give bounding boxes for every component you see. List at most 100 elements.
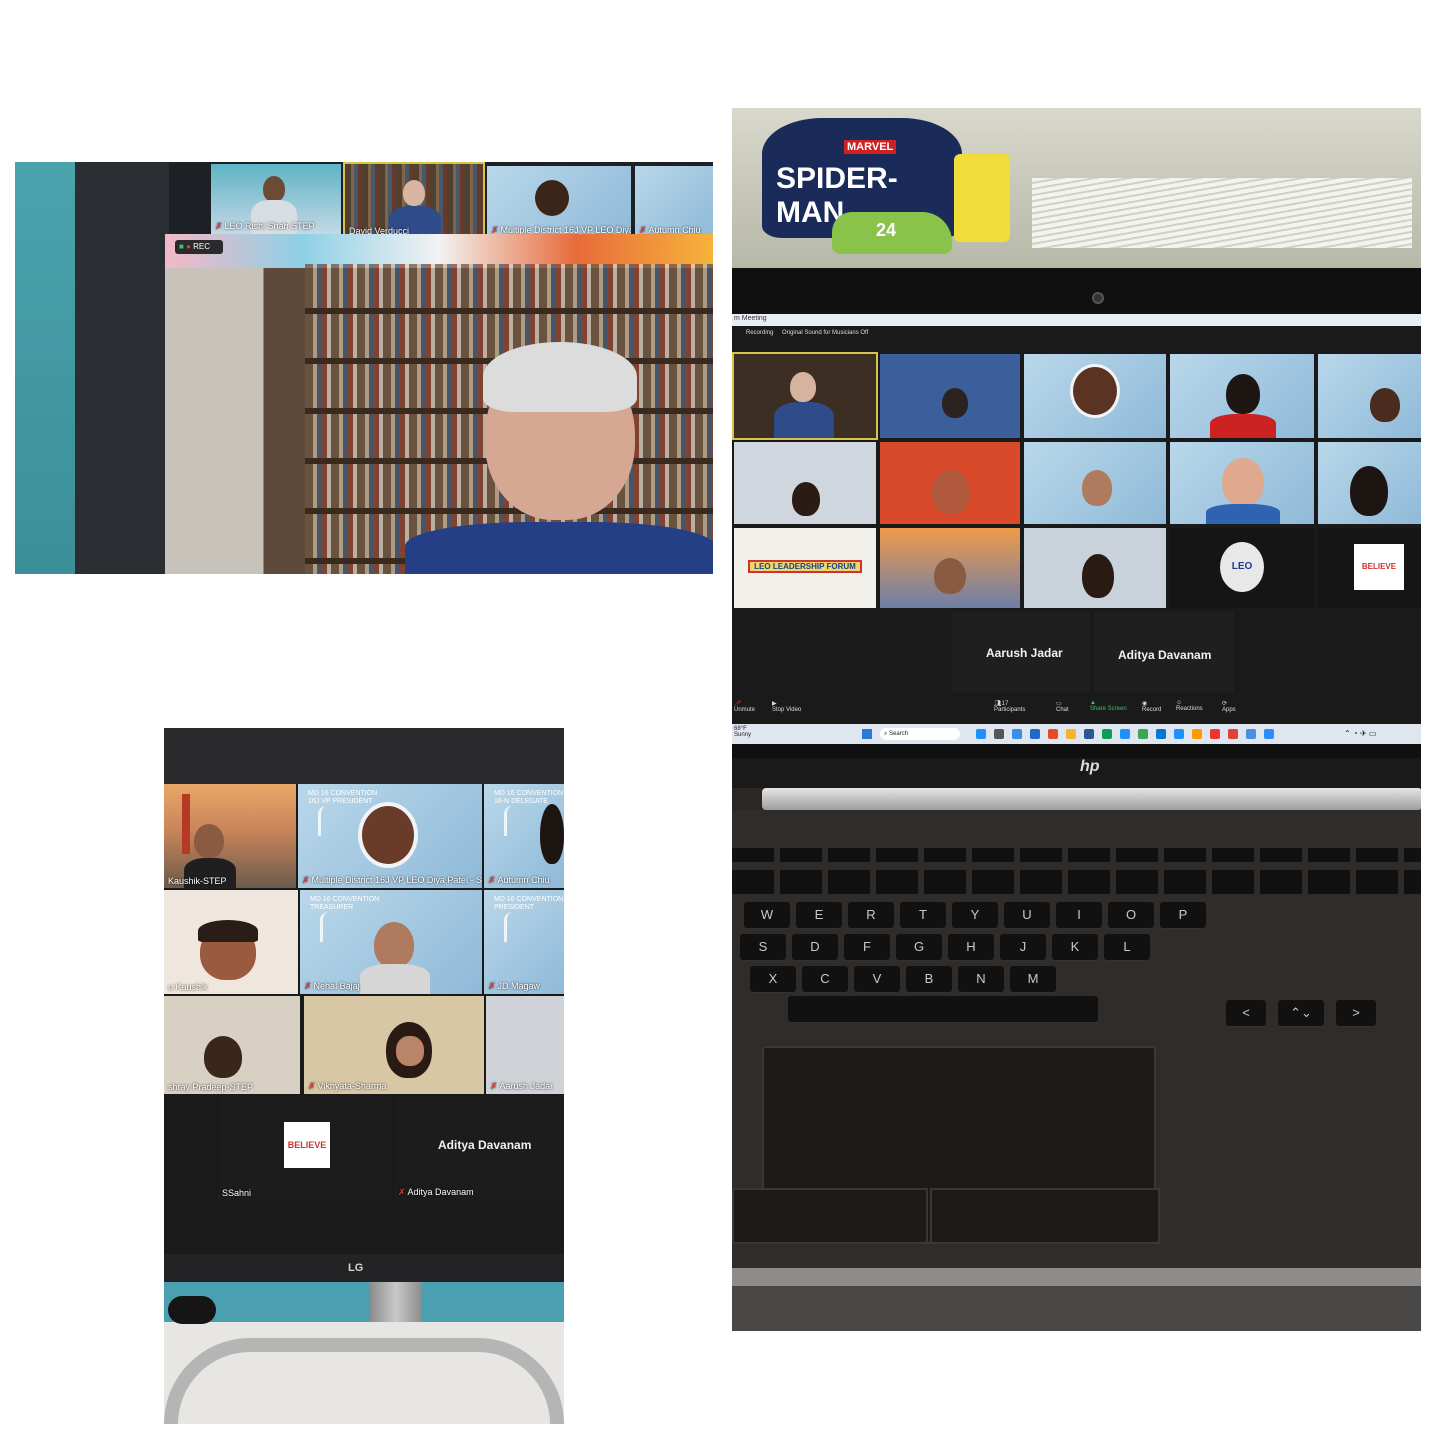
grid-tile-believe[interactable]: BELIEVE bbox=[1318, 528, 1421, 608]
taskbar-app-icon[interactable] bbox=[1138, 729, 1148, 739]
grid-tile-leo[interactable]: LEO bbox=[1170, 528, 1314, 608]
key-arrow-left[interactable]: < bbox=[1226, 1000, 1266, 1026]
key-y[interactable]: Y bbox=[952, 902, 998, 928]
key-c[interactable]: C bbox=[802, 966, 848, 992]
key-v[interactable]: V bbox=[854, 966, 900, 992]
taskbar-search[interactable]: ⌕ Search bbox=[880, 728, 960, 740]
grid-tile-aditya[interactable]: Aditya Davanam bbox=[1094, 612, 1234, 692]
weather-widget[interactable]: 68°F Sunny bbox=[734, 726, 751, 738]
photo-speaker-view: ✗ LEO Rishi Shah STEP David Verducci ✗ Mul… bbox=[15, 162, 713, 574]
key-o[interactable]: O bbox=[1108, 902, 1154, 928]
apps-button[interactable]: ⟳ Apps bbox=[1222, 700, 1236, 713]
key-arrow-right[interactable]: > bbox=[1336, 1000, 1376, 1026]
key-j[interactable]: J bbox=[1000, 934, 1046, 960]
system-tray[interactable]: ⌃ ◔ ✈ ▭ bbox=[1344, 729, 1376, 738]
gallery-tile-aarush[interactable]: ✗ Aarush Jadar bbox=[486, 996, 564, 1094]
reactions-button[interactable]: ☺ Reactions bbox=[1176, 700, 1203, 712]
key-h[interactable]: H bbox=[948, 934, 994, 960]
strip-tile-rishi[interactable]: ✗ LEO Rishi Shah STEP bbox=[211, 164, 341, 234]
stop-video-button[interactable]: ▶ Stop Video bbox=[772, 700, 801, 713]
taskbar-app-icon[interactable] bbox=[1030, 729, 1040, 739]
strip-tile-david[interactable]: David Verducci bbox=[343, 162, 485, 240]
taskbar-app-icon[interactable] bbox=[1066, 729, 1076, 739]
share-screen-button[interactable]: ▲ Share Screen bbox=[1090, 700, 1127, 712]
tile-name-label: ✗ Vikhyata-Sharma bbox=[308, 1081, 387, 1091]
key-g[interactable]: G bbox=[896, 934, 942, 960]
key-spacebar[interactable] bbox=[788, 996, 1098, 1022]
taskbar-app-icon[interactable] bbox=[1246, 729, 1256, 739]
gallery-tile-shray[interactable]: shray Pradeep-STEP bbox=[164, 996, 300, 1094]
key-n[interactable]: N bbox=[958, 966, 1004, 992]
gallery-tile-autumn[interactable]: MD 16 CONVENTION 16-N DELEGATE ✗ Autumn C… bbox=[484, 784, 564, 888]
record-button[interactable]: ◉ Record bbox=[1142, 700, 1161, 713]
grid-tile-2[interactable] bbox=[880, 354, 1020, 438]
gallery-tile-nehal[interactable]: MD 16 CONVENTION TREASURER ✗ Nehal Bajaj bbox=[300, 890, 482, 994]
paper-stack bbox=[1032, 178, 1412, 248]
key-i[interactable]: I bbox=[1056, 902, 1102, 928]
key-m[interactable]: M bbox=[1010, 966, 1056, 992]
chat-button[interactable]: ▭ Chat bbox=[1056, 700, 1069, 713]
nj-outline bbox=[320, 912, 334, 942]
taskbar-app-icon[interactable] bbox=[1174, 729, 1184, 739]
touchpad-button-left[interactable] bbox=[732, 1188, 928, 1244]
gallery-tile-u-kaushik[interactable]: u Kaushik bbox=[164, 890, 298, 994]
grid-tile-9[interactable] bbox=[1170, 442, 1314, 524]
grid-tile-1[interactable] bbox=[732, 352, 878, 440]
participant-head bbox=[358, 802, 418, 868]
laptop-hinge: hp bbox=[732, 758, 1421, 788]
grid-tile-bridge[interactable] bbox=[880, 528, 1020, 608]
key-e[interactable]: E bbox=[796, 902, 842, 928]
key-w[interactable]: W bbox=[744, 902, 790, 928]
taskbar-app-icon[interactable] bbox=[1210, 729, 1220, 739]
grid-tile-forum[interactable]: LEO LEADERSHIP FORUM bbox=[734, 528, 876, 608]
taskbar-app-icon[interactable] bbox=[1228, 729, 1238, 739]
participant-body bbox=[774, 402, 834, 438]
grid-tile-vikhyata[interactable] bbox=[1024, 528, 1166, 608]
strip-tile-diya[interactable]: ✗ Multiple District 16J VP LEO Diya... bbox=[487, 166, 631, 238]
touchpad-button-right[interactable] bbox=[930, 1188, 1160, 1244]
start-button[interactable] bbox=[862, 729, 872, 739]
key-s[interactable]: S bbox=[740, 934, 786, 960]
gallery-tile-diya[interactable]: MD 16 CONVENTION 16J VP PRESIDENT ✗ Multi… bbox=[298, 784, 482, 888]
grid-tile-3[interactable] bbox=[1024, 354, 1166, 438]
speaker-video[interactable]: ■ ● REC bbox=[165, 234, 713, 574]
key-d[interactable]: D bbox=[792, 934, 838, 960]
strip-tile-autumn[interactable]: ✗ Autumn Chiu bbox=[635, 166, 713, 238]
key-f[interactable]: F bbox=[844, 934, 890, 960]
taskbar-app-icon[interactable] bbox=[994, 729, 1004, 739]
taskbar-app-icon[interactable] bbox=[1120, 729, 1130, 739]
grid-tile-4[interactable] bbox=[1170, 354, 1314, 438]
taskbar-app-icon[interactable] bbox=[1084, 729, 1094, 739]
taskbar-app-icon[interactable] bbox=[976, 729, 986, 739]
key-arrow-updown[interactable]: ⌃⌄ bbox=[1278, 1000, 1324, 1026]
grid-tile-6[interactable] bbox=[734, 442, 876, 524]
grid-tile-8[interactable] bbox=[1024, 442, 1166, 524]
key-p[interactable]: P bbox=[1160, 902, 1206, 928]
taskbar-app-icon[interactable] bbox=[1048, 729, 1058, 739]
taskbar-app-icon[interactable] bbox=[1102, 729, 1112, 739]
taskbar-app-icon[interactable] bbox=[1192, 729, 1202, 739]
taskbar-app-icon[interactable] bbox=[1156, 729, 1166, 739]
tile-big-name: Aditya Davanam bbox=[1118, 648, 1212, 662]
grid-tile-5[interactable] bbox=[1318, 354, 1421, 438]
gallery-tile-kaushik-step[interactable]: Kaushik-STEP bbox=[164, 784, 296, 888]
grid-tile-7[interactable] bbox=[880, 442, 1020, 524]
key-l[interactable]: L bbox=[1104, 934, 1150, 960]
grid-tile-10[interactable] bbox=[1318, 442, 1421, 524]
taskbar-app-icon[interactable] bbox=[1012, 729, 1022, 739]
key-k[interactable]: K bbox=[1052, 934, 1098, 960]
key-r[interactable]: R bbox=[848, 902, 894, 928]
key-t[interactable]: T bbox=[900, 902, 946, 928]
forum-banner: LEO LEADERSHIP FORUM bbox=[748, 560, 862, 573]
taskbar-app-icon[interactable] bbox=[1264, 729, 1274, 739]
participants-button[interactable]: 👥︎17 Participants bbox=[994, 700, 1025, 713]
grid-tile-aarush[interactable]: Aarush Jadar bbox=[952, 612, 1090, 692]
key-u[interactable]: U bbox=[1004, 902, 1050, 928]
gallery-tile-aditya[interactable]: Aditya Davanam ✗ Aditya Davanam bbox=[394, 1096, 564, 1200]
gallery-tile-vikhyata[interactable]: ✗ Vikhyata-Sharma bbox=[304, 996, 484, 1094]
gallery-tile-ssahni[interactable]: BELIEVE SSahni bbox=[218, 1096, 392, 1200]
key-x[interactable]: X bbox=[750, 966, 796, 992]
key-b[interactable]: B bbox=[906, 966, 952, 992]
unmute-button[interactable]: 🎤︎ Unmute bbox=[734, 700, 755, 713]
gallery-tile-jd[interactable]: MD 16 CONVENTION PRESIDENT ✗ JD Magaw bbox=[484, 890, 564, 994]
